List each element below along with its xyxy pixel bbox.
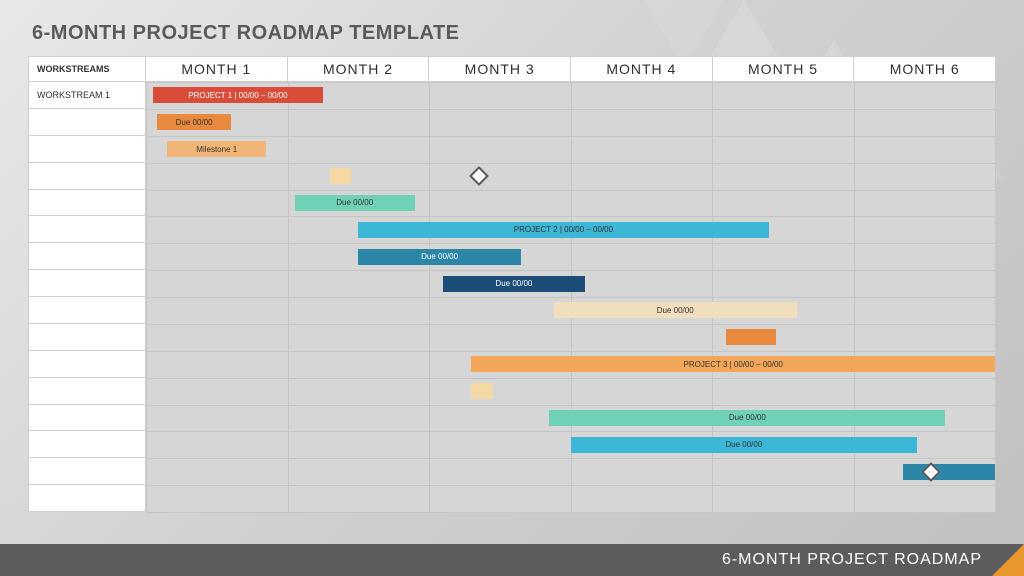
gantt-bar[interactable]: Due 00/00 [443,276,585,292]
page-title: 6-MONTH PROJECT ROADMAP TEMPLATE [32,22,460,45]
month-header-2: MONTH 2 [288,56,430,82]
gantt-bar[interactable] [726,329,776,345]
side-cell [28,485,146,512]
side-cell: WORKSTREAM 1 [28,82,146,109]
gantt-bar[interactable]: Milestone 1 [167,141,266,157]
side-cell [28,216,146,243]
month-header-3: MONTH 3 [429,56,571,82]
side-cell [28,324,146,351]
gantt-bar[interactable]: Due 00/00 [295,195,415,211]
gantt-bar[interactable]: PROJECT 1 | 00/00 – 00/00 [153,87,323,103]
side-cell [28,297,146,324]
side-cell [28,458,146,485]
gantt-bar[interactable] [903,464,995,480]
gantt-bar[interactable]: Due 00/00 [157,114,231,130]
side-cell [28,163,146,190]
footer-bar: 6-MONTH PROJECT ROADMAP [0,544,1024,576]
side-cell [28,109,146,136]
month-header-4: MONTH 4 [571,56,713,82]
month-header-6: MONTH 6 [854,56,996,82]
side-cell [28,243,146,270]
side-cell [28,351,146,378]
roadmap-grid: WORKSTREAMS MONTH 1 MONTH 2 MONTH 3 MONT… [28,56,996,512]
gantt-bar[interactable]: Due 00/00 [358,249,521,265]
gantt-bar[interactable] [330,168,351,184]
workstreams-header: WORKSTREAMS [28,56,146,82]
gantt-bar[interactable]: Due 00/00 [549,410,945,426]
side-cell [28,136,146,163]
gantt-area: PROJECT 1 | 00/00 – 00/00 Due 00/00 Milest… [146,82,996,512]
side-cell [28,431,146,458]
footer-accent-icon [992,544,1024,576]
footer-text: 6-MONTH PROJECT ROADMAP [722,551,982,569]
side-cell [28,270,146,297]
month-header-5: MONTH 5 [713,56,855,82]
side-cell [28,190,146,217]
gantt-bar[interactable]: PROJECT 2 | 00/00 – 00/00 [358,222,768,238]
header-row: WORKSTREAMS MONTH 1 MONTH 2 MONTH 3 MONT… [28,56,996,82]
gantt-bar[interactable]: Due 00/00 [571,437,918,453]
milestone-diamond-icon[interactable] [469,166,489,186]
gantt-bar[interactable] [471,383,492,399]
side-cell [28,405,146,432]
side-cell [28,378,146,405]
side-column: WORKSTREAM 1 [28,82,146,512]
gantt-bar[interactable]: PROJECT 3 | 00/00 – 00/00 [471,356,995,372]
gantt-bar[interactable]: Due 00/00 [554,302,797,318]
month-header-1: MONTH 1 [146,56,288,82]
